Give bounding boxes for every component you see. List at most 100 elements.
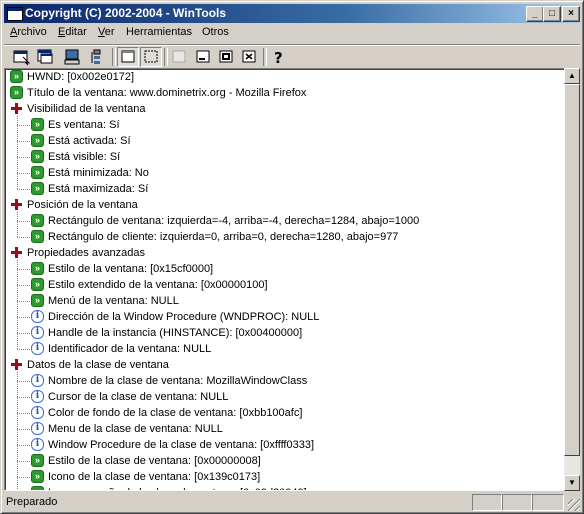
red-plus-icon [10, 198, 23, 211]
toolbar-separator [164, 48, 168, 66]
info-icon: i [31, 438, 44, 451]
tree-item-text: Estilo extendido de la ventana: [0x00000… [48, 279, 268, 291]
tree-item-text: Está visible: Sí [48, 151, 121, 163]
tree-leaf[interactable]: » Icono pequeño de la clase de ventana: [… [5, 485, 565, 490]
menu-herramientas[interactable]: Herramientas [126, 26, 192, 38]
window-list-icon[interactable] [35, 48, 55, 66]
tree-node[interactable]: » Título de la ventana: www.dominetrix.or… [5, 85, 565, 101]
menu-otros[interactable]: Otros [202, 26, 229, 38]
maximize-button[interactable]: □ [543, 6, 561, 22]
tree-item-text: Handle de la instancia (HINSTANCE): [0x0… [48, 327, 303, 339]
tree-leaf[interactable]: » Estilo de la ventana: [0x15cf0000] [5, 261, 565, 277]
tree-item-text: Estilo de la ventana: [0x15cf0000] [48, 263, 214, 275]
tree-connector [17, 445, 30, 446]
tree-node[interactable]: » HWND: [0x002e0172] [5, 69, 565, 85]
close-window-icon[interactable] [239, 48, 259, 66]
tree-connector [17, 157, 30, 158]
tree-connector [17, 349, 30, 350]
app-icon[interactable] [7, 7, 23, 21]
tree-leaf[interactable]: i Window Procedure de la clase de ventana… [5, 437, 565, 453]
scroll-down-button[interactable]: ▼ [564, 475, 580, 491]
window-select-icon[interactable] [12, 48, 32, 66]
toolbar: ? [4, 44, 580, 69]
menu-archivo[interactable]: Archivo [10, 26, 47, 38]
info-icon: i [31, 406, 44, 419]
tree-leaf[interactable]: » Rectángulo de cliente: izquierda=0, arr… [5, 229, 565, 245]
show-window-icon[interactable] [117, 47, 139, 67]
menu-ver[interactable]: Ver [98, 26, 115, 38]
tree-node[interactable]: Visibilidad de la ventana [5, 101, 565, 117]
tree-leaf[interactable]: i Dirección de la Window Procedure (WNDPR… [5, 309, 565, 325]
info-icon: i [31, 390, 44, 403]
menu-editar[interactable]: Editar [58, 26, 87, 38]
tree-connector [17, 372, 18, 490]
green-arrow-icon: » [31, 230, 44, 243]
scroll-up-button[interactable]: ▲ [564, 68, 580, 84]
green-arrow-icon: » [31, 486, 44, 490]
tree-leaf[interactable]: » Está maximizada: Sí [5, 181, 565, 197]
tree-leaf[interactable]: i Identificador de la ventana: NULL [5, 341, 565, 357]
tree-item-text: Estilo de la clase de ventana: [0x000000… [48, 455, 261, 467]
svg-text:?: ? [274, 49, 283, 66]
red-plus-icon [10, 358, 23, 371]
tree-leaf[interactable]: » Estilo extendido de la ventana: [0x0000… [5, 277, 565, 293]
tree-leaf[interactable]: » Icono de la clase de ventana: [0x139c01… [5, 469, 565, 485]
tree-leaf[interactable]: » Es ventana: Sí [5, 117, 565, 133]
info-icon: i [31, 374, 44, 387]
tree-connector [17, 125, 30, 126]
tree-item-text: Icono de la clase de ventana: [0x139c017… [48, 471, 261, 483]
tree-view-icon[interactable] [87, 48, 107, 66]
toolbar-separator [112, 48, 116, 66]
tree-leaf[interactable]: i Nombre de la clase de ventana: MozillaW… [5, 373, 565, 389]
tree-leaf[interactable]: » Está activada: Sí [5, 133, 565, 149]
tree-connector [17, 461, 30, 462]
tree-leaf[interactable]: » Estilo de la clase de ventana: [0x00000… [5, 453, 565, 469]
resize-grip[interactable] [568, 499, 580, 511]
green-arrow-icon: » [10, 70, 23, 83]
tree-leaf[interactable]: » Menú de la ventana: NULL [5, 293, 565, 309]
tree-leaf[interactable]: i Handle de la instancia (HINSTANCE): [0x… [5, 325, 565, 341]
green-arrow-icon: » [31, 150, 44, 163]
tree-connector [17, 285, 30, 286]
app-window: Copyright (C) 2002-2004 - WinTools _ □ ×… [0, 0, 584, 514]
status-text: Preparado [6, 496, 58, 508]
tree-connector [17, 237, 30, 238]
tree-item-text: Window Procedure de la clase de ventana:… [48, 439, 315, 451]
menu-bar: Archivo Editar Ver Herramientas Otros [4, 24, 580, 42]
green-arrow-icon: » [31, 470, 44, 483]
computer-icon[interactable] [63, 48, 83, 66]
minimize-window-icon[interactable] [193, 48, 213, 66]
tree-item-text: HWND: [0x002e0172] [27, 71, 134, 83]
green-arrow-icon: » [10, 86, 23, 99]
tree-leaf[interactable]: » Rectángulo de ventana: izquierda=-4, ar… [5, 213, 565, 229]
green-arrow-icon: » [31, 182, 44, 195]
tree-item-text: Título de la ventana: www.dominetrix.org… [27, 87, 307, 99]
tree-leaf[interactable]: i Cursor de la clase de ventana: NULL [5, 389, 565, 405]
info-icon: i [31, 310, 44, 323]
tree-node[interactable]: Propiedades avanzadas [5, 245, 565, 261]
minimize-button[interactable]: _ [526, 6, 544, 22]
tree-node[interactable]: Posición de la ventana [5, 197, 565, 213]
scroll-thumb[interactable] [564, 84, 580, 456]
close-button[interactable]: × [562, 6, 580, 22]
maximize-window-icon[interactable] [216, 48, 236, 66]
restore-window-icon[interactable] [169, 48, 189, 66]
tree-node[interactable]: Datos de la clase de ventana [5, 357, 565, 373]
green-arrow-icon: » [31, 454, 44, 467]
properties-tree[interactable]: » HWND: [0x002e0172] » Título de la ventana… [4, 68, 566, 491]
tree-connector [17, 397, 30, 398]
vertical-scrollbar[interactable]: ▲ ▼ [564, 68, 580, 491]
red-plus-icon [10, 102, 23, 115]
help-icon[interactable]: ? [268, 48, 288, 67]
title-bar[interactable]: Copyright (C) 2002-2004 - WinTools _ □ × [4, 4, 580, 23]
tree-item-text: Visibilidad de la ventana [27, 103, 146, 115]
tree-leaf[interactable]: i Color de fondo de la clase de ventana: … [5, 405, 565, 421]
tree-item-text: Propiedades avanzadas [27, 247, 146, 259]
tree-item-text: Menu de la clase de ventana: NULL [48, 423, 223, 435]
tree-leaf[interactable]: » Está minimizada: No [5, 165, 565, 181]
tree-item-text: Está maximizada: Sí [48, 183, 149, 195]
tree-item-text: Está minimizada: No [48, 167, 149, 179]
tree-leaf[interactable]: » Está visible: Sí [5, 149, 565, 165]
hide-window-icon[interactable] [140, 47, 162, 67]
tree-leaf[interactable]: i Menu de la clase de ventana: NULL [5, 421, 565, 437]
